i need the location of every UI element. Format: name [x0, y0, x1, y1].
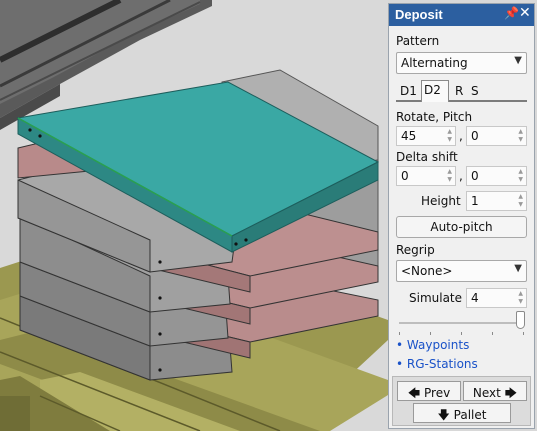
delta-y-spinner[interactable]: 0 ▲ ▼ — [466, 166, 527, 186]
height-label: Height — [421, 194, 461, 208]
simulate-label: Simulate — [409, 291, 463, 305]
simulate-spinner[interactable]: 4 ▲ ▼ — [466, 288, 527, 308]
navigation-box: 🡄 Prev Next 🡆 🡇 Pallet — [392, 376, 531, 426]
simulate-slider-track[interactable] — [399, 322, 524, 324]
next-label: Next — [472, 386, 501, 400]
arrow-down-icon: 🡇 — [437, 408, 450, 422]
bullet: • — [396, 338, 404, 352]
regrip-dropdown[interactable]: <None> ▼ — [396, 260, 527, 282]
delta-x-value: 0 — [401, 169, 409, 183]
prev-label: Prev — [424, 386, 451, 400]
delta-shift-label: Delta shift — [396, 150, 458, 164]
spin-down-icon[interactable]: ▼ — [518, 202, 523, 208]
spin-up-icon[interactable]: ▲ — [447, 129, 452, 135]
tab-bar: D1 D2 R S — [396, 80, 527, 102]
spin-up-icon[interactable]: ▲ — [518, 169, 523, 175]
pattern-dropdown[interactable]: Alternating ▼ — [396, 52, 527, 74]
height-value: 1 — [471, 194, 479, 208]
rg-stations-link[interactable]: • RG-Stations — [396, 357, 478, 371]
regrip-label: Regrip — [396, 243, 435, 257]
panel-title: Deposit — [395, 7, 443, 22]
arrow-left-icon: 🡄 — [407, 386, 421, 400]
tab-r[interactable]: R — [453, 82, 465, 102]
waypoints-link[interactable]: • Waypoints — [396, 338, 469, 352]
pitch-spinner[interactable]: 0 ▲ ▼ — [466, 126, 527, 146]
pitch-value: 0 — [471, 129, 479, 143]
rotate-pitch-label: Rotate, Pitch — [396, 110, 473, 124]
tab-d1[interactable]: D1 — [398, 82, 419, 102]
rg-stations-link-label: RG-Stations — [406, 357, 478, 371]
rotate-spinner[interactable]: 45 ▲ ▼ — [396, 126, 456, 146]
spin-up-icon[interactable]: ▲ — [518, 194, 523, 200]
pallet-button[interactable]: 🡇 Pallet — [413, 403, 511, 423]
slider-ticks — [399, 332, 524, 336]
delta-x-spinner[interactable]: 0 ▲ ▼ — [396, 166, 456, 186]
simulate-slider-thumb[interactable] — [516, 311, 525, 329]
spin-down-icon[interactable]: ▼ — [447, 177, 452, 183]
deposit-panel: Deposit 📌 ✕ Pattern Alternating ▼ D1 D2 … — [388, 3, 535, 429]
comma-separator: , — [459, 129, 463, 143]
next-button[interactable]: Next 🡆 — [463, 381, 527, 401]
delta-y-value: 0 — [471, 169, 479, 183]
height-spinner[interactable]: 1 ▲ ▼ — [466, 191, 527, 211]
spin-up-icon[interactable]: ▲ — [447, 169, 452, 175]
3d-viewport[interactable] — [0, 0, 388, 431]
tab-d2[interactable]: D2 — [421, 80, 449, 102]
spin-up-icon[interactable]: ▲ — [518, 291, 523, 297]
regrip-value: <None> — [401, 264, 453, 278]
rotate-value: 45 — [401, 129, 417, 143]
chevron-down-icon: ▼ — [514, 55, 522, 66]
spin-down-icon[interactable]: ▼ — [518, 137, 523, 143]
panel-titlebar[interactable]: Deposit 📌 ✕ — [389, 4, 534, 26]
simulate-value: 4 — [471, 291, 479, 305]
spin-up-icon[interactable]: ▲ — [518, 129, 523, 135]
spin-down-icon[interactable]: ▼ — [518, 177, 523, 183]
auto-pitch-button[interactable]: Auto-pitch — [396, 216, 527, 238]
tab-s[interactable]: S — [469, 82, 481, 102]
pin-icon[interactable]: 📌 — [504, 6, 519, 20]
spin-down-icon[interactable]: ▼ — [447, 137, 452, 143]
bullet: • — [396, 357, 404, 371]
arrow-right-icon: 🡆 — [504, 386, 518, 400]
waypoints-link-label: Waypoints — [406, 338, 470, 352]
pallet-scene — [0, 0, 388, 431]
pattern-label: Pattern — [396, 34, 440, 48]
pattern-value: Alternating — [401, 56, 468, 70]
comma-separator: , — [459, 169, 463, 183]
spin-down-icon[interactable]: ▼ — [518, 299, 523, 305]
close-icon[interactable]: ✕ — [519, 5, 531, 21]
chevron-down-icon: ▼ — [514, 263, 522, 274]
prev-button[interactable]: 🡄 Prev — [397, 381, 461, 401]
pallet-label: Pallet — [453, 408, 487, 422]
